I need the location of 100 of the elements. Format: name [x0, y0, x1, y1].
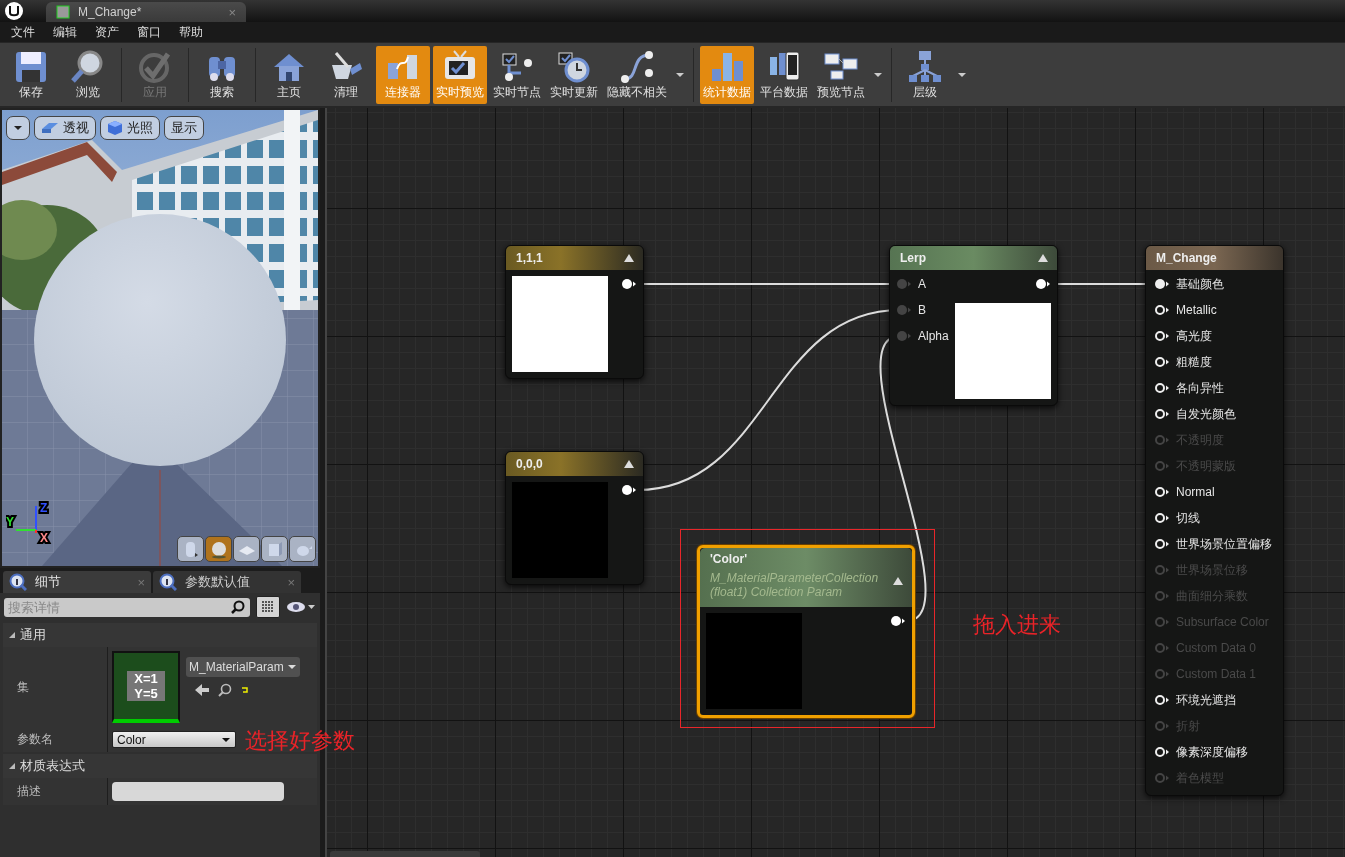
viewport-button[interactable]: 光照	[100, 116, 160, 140]
property-label: 集	[17, 678, 29, 696]
axis-label: X	[40, 531, 48, 545]
menu-item[interactable]: 帮助	[170, 23, 212, 41]
toolbar-button[interactable]: 主页	[262, 45, 316, 104]
preview-shape-button[interactable]	[289, 536, 316, 562]
panel-tab[interactable]: 细节 ×	[3, 571, 151, 593]
expand-arrow-icon[interactable]	[8, 762, 16, 770]
axis-gizmo	[15, 505, 37, 534]
pin[interactable]	[1154, 408, 1170, 420]
axis-label: Z	[40, 501, 48, 515]
annotation-text: 拖入进来	[973, 612, 1061, 637]
document-icon	[56, 5, 70, 19]
pin-label: 各向异性	[1176, 379, 1224, 397]
menu-item[interactable]: 资产	[86, 23, 128, 41]
asset-dropdown[interactable]: M_MaterialParam	[186, 657, 300, 677]
pin[interactable]	[890, 615, 906, 627]
info-magnifier-icon	[9, 573, 27, 591]
node-title: 'Color'	[710, 552, 748, 566]
property-label: 描述	[17, 783, 41, 800]
annotation-text: 选择好参数	[245, 728, 355, 753]
pin-label: 像素深度偏移	[1176, 743, 1248, 761]
pin-label: 世界场景位置偏移	[1176, 535, 1272, 553]
toolbar-button[interactable]: 实时更新	[547, 45, 601, 104]
pin[interactable]	[1154, 330, 1170, 342]
section-title: 材质表达式	[20, 757, 85, 775]
preview-shape-button[interactable]	[261, 536, 288, 562]
node-subtitle: M_MaterialParameterCollection (float1) Collection Param	[710, 571, 880, 599]
collapse-arrow-icon[interactable]	[623, 459, 635, 469]
eye-icon[interactable]	[286, 600, 316, 614]
curve-nodes-icon	[619, 48, 655, 83]
node-title: 1,1,1	[516, 251, 543, 265]
asset-thumbnail: X=1 Y=5	[112, 651, 180, 723]
parameter-dropdown[interactable]: Color	[112, 731, 236, 748]
property-label: 参数名	[17, 731, 53, 748]
collapse-arrow-icon[interactable]	[1037, 253, 1049, 263]
preview-shape-button[interactable]	[177, 536, 204, 562]
pin[interactable]	[1154, 356, 1170, 368]
expand-arrow-icon[interactable]	[8, 631, 16, 639]
pin-label: Alpha	[918, 329, 949, 343]
caret-icon	[221, 735, 231, 744]
pin[interactable]	[1154, 486, 1170, 498]
caret-icon	[286, 663, 297, 671]
document-tab[interactable]: M_Change* ×	[46, 2, 246, 22]
menu-item[interactable]: 编辑	[44, 23, 86, 41]
search-field[interactable]: 搜索详情	[4, 597, 250, 617]
cube-icon	[107, 120, 123, 136]
pin-label: 高光度	[1176, 327, 1212, 345]
pin[interactable]	[1154, 538, 1170, 550]
toolbar-button[interactable]: 平台数据	[757, 45, 811, 104]
menu-item[interactable]: 窗口	[128, 23, 170, 41]
toolbar-button[interactable]: 预览节点	[814, 45, 868, 104]
pin-label: B	[918, 303, 926, 317]
preview-shape-button[interactable]	[233, 536, 260, 562]
section-title: 通用	[20, 626, 46, 644]
pin-label: 环境光遮挡	[1176, 691, 1236, 709]
caret-icon	[13, 124, 23, 132]
collapse-arrow-icon[interactable]	[623, 253, 635, 263]
search-icon	[231, 599, 245, 614]
menu-item[interactable]: 文件	[2, 23, 44, 41]
toolbar-button[interactable]: 层级	[898, 45, 952, 104]
arrow-left-icon[interactable]	[194, 683, 210, 697]
pin[interactable]	[1154, 694, 1170, 706]
preview-shape-button[interactable]	[205, 536, 232, 562]
pin[interactable]	[1035, 278, 1051, 290]
text-field[interactable]	[112, 782, 284, 801]
toolbar-button[interactable]: 隐藏不相关	[604, 45, 670, 104]
viewport-button[interactable]: 显示	[164, 116, 204, 140]
pin[interactable]	[1154, 304, 1170, 316]
toolbar-button[interactable]: 实时节点	[490, 45, 544, 104]
caret-icon[interactable]	[873, 70, 883, 79]
node-card[interactable]: Lerp A B Alpha	[889, 245, 1058, 406]
panel-tab[interactable]: 参数默认值 ×	[153, 571, 301, 593]
pin-label: Metallic	[1176, 303, 1217, 317]
pin[interactable]	[1154, 746, 1170, 758]
view-options-button[interactable]	[256, 596, 280, 618]
toolbar-button[interactable]: 搜索	[195, 45, 249, 104]
pin-label: 粗糙度	[1176, 353, 1212, 371]
toolbar-button[interactable]: 清理	[319, 45, 373, 104]
pin[interactable]	[1154, 382, 1170, 394]
caret-icon[interactable]	[675, 70, 685, 79]
toolbar-button[interactable]: 保存	[4, 45, 58, 104]
pin[interactable]	[1154, 278, 1170, 290]
node-title: M_Change	[1156, 251, 1217, 265]
hierarchy-icon	[907, 48, 943, 83]
dropdown-button[interactable]	[6, 116, 30, 140]
node-card[interactable]: 0,0,0	[505, 451, 644, 585]
collapse-arrow-icon[interactable]	[892, 576, 904, 586]
info-magnifier-icon	[159, 573, 177, 591]
node-card[interactable]: 1,1,1	[505, 245, 644, 379]
browse-button[interactable]: 浏览	[61, 45, 115, 104]
pin-label: Normal	[1176, 485, 1215, 499]
node-card[interactable]: 'Color' M_MaterialParameterCollection (float1) Collection Param	[697, 545, 915, 718]
caret-icon[interactable]	[957, 70, 967, 79]
pin[interactable]	[1154, 512, 1170, 524]
pin[interactable]	[621, 278, 637, 290]
viewport-button[interactable]: 透视	[34, 116, 96, 140]
search-icon[interactable]	[218, 683, 232, 697]
pin[interactable]	[621, 484, 637, 496]
axis-label: Y	[6, 515, 14, 529]
